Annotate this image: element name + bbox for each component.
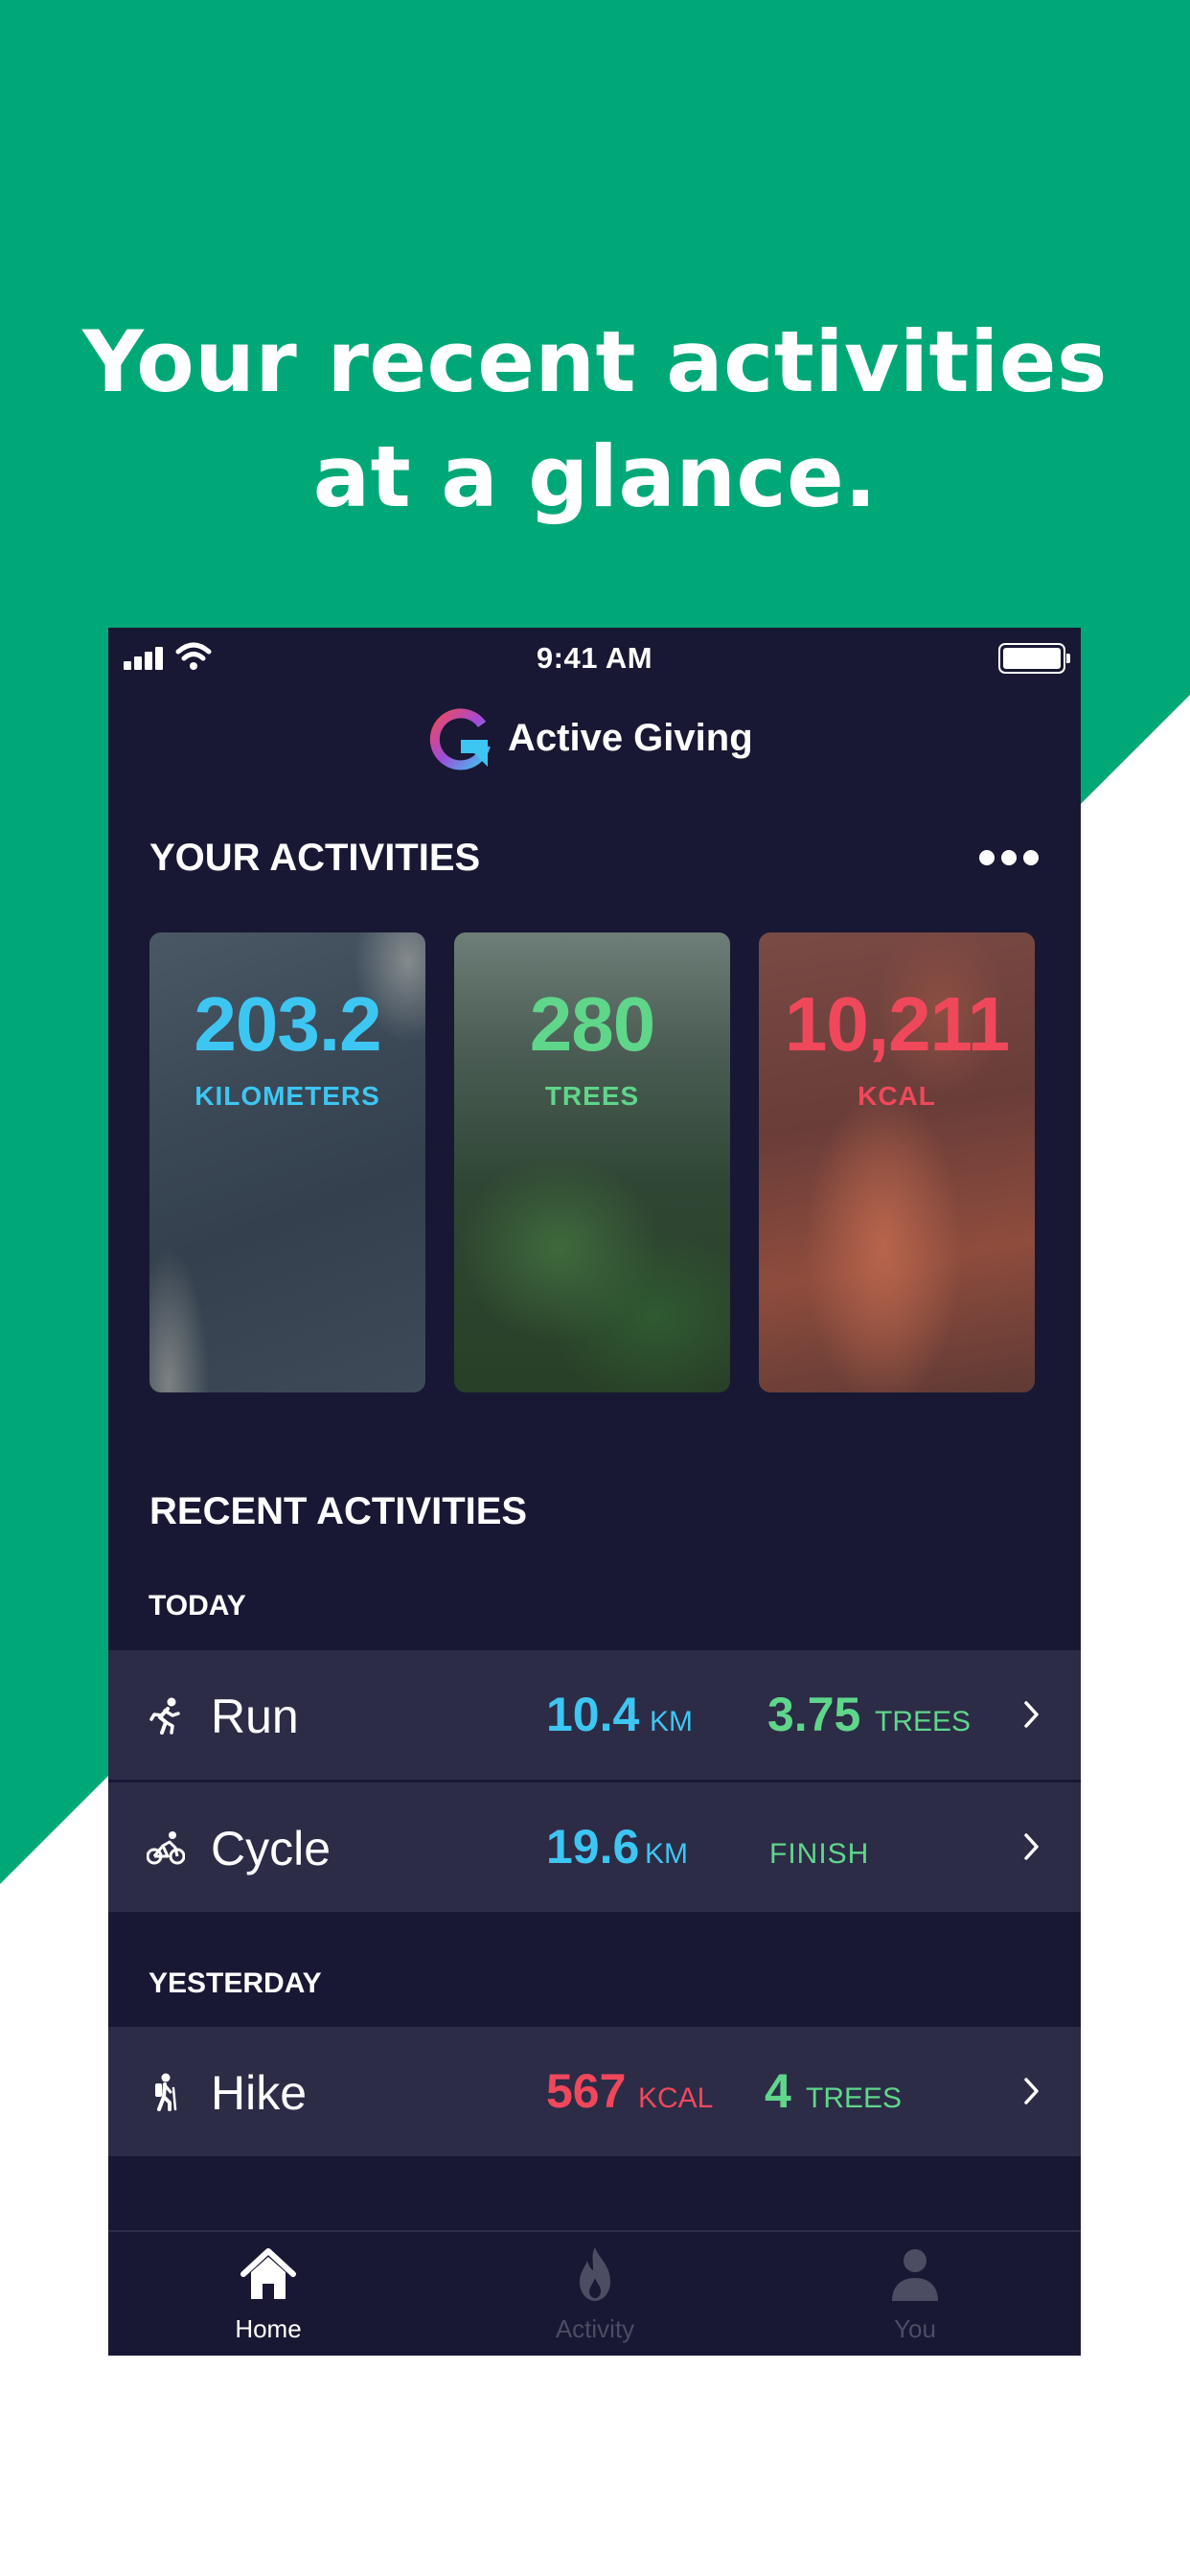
activity-name: Hike	[211, 2066, 308, 2120]
tab-you[interactable]: You	[819, 2232, 1011, 2356]
status-time: 9:41 AM	[536, 641, 653, 675]
tab-home[interactable]: Home	[172, 2232, 364, 2356]
activity-row-hike[interactable]: Hike 567 KCAL 4 TREES	[108, 2027, 1081, 2156]
kilometers-label: KILOMETERS	[195, 1081, 380, 1111]
status-bar: 9:41 AM	[108, 628, 1081, 681]
tab-bar: Home Activity You	[108, 2230, 1081, 2356]
finish-status: FINISH	[769, 1838, 870, 1870]
distance-value: 19.6	[546, 1820, 640, 1874]
day-label-today: TODAY	[149, 1590, 246, 1622]
active-giving-logo-icon	[429, 708, 491, 770]
battery-icon	[998, 643, 1070, 674]
kcal-label: KCAL	[858, 1081, 936, 1111]
cycle-icon	[147, 1831, 185, 1865]
activity-name: Cycle	[211, 1822, 332, 1875]
hike-icon	[155, 2073, 177, 2111]
kilometers-card[interactable]: 203.2 KILOMETERS	[149, 932, 425, 1392]
app-title: Active Giving	[508, 717, 753, 759]
user-icon	[892, 2249, 938, 2301]
distance-value: 10.4	[546, 1688, 640, 1741]
more-options-button[interactable]	[979, 848, 1039, 867]
chevron-right-icon	[1024, 1833, 1039, 1860]
trees-label: TREES	[544, 1081, 640, 1111]
chevron-right-icon	[1024, 2078, 1039, 2104]
tab-you-label: You	[894, 2314, 936, 2343]
kcal-burned-unit: KCAL	[638, 2082, 714, 2114]
trees-card[interactable]: 280 TREES	[454, 932, 730, 1392]
app-header: Active Giving	[108, 700, 1081, 776]
run-icon	[149, 1697, 180, 1735]
trees-earned-value: 3.75	[767, 1688, 861, 1741]
day-label-yesterday: YESTERDAY	[149, 1967, 322, 1999]
tab-activity-label: Activity	[555, 2314, 635, 2343]
flame-icon	[580, 2247, 610, 2301]
distance-unit: KM	[645, 1838, 688, 1870]
home-icon	[240, 2248, 296, 2299]
tab-activity[interactable]: Activity	[499, 2232, 691, 2356]
activity-name: Run	[211, 1690, 299, 1743]
kcal-burned-value: 567	[546, 2064, 627, 2118]
activity-row-run[interactable]: Run 10.4 KM 3.75 TREES	[108, 1650, 1081, 1780]
trees-earned-unit: TREES	[875, 1706, 972, 1737]
headline-line-2: at a glance.	[312, 427, 878, 526]
your-activities-title: YOUR ACTIVITIES	[149, 837, 481, 879]
headline-line-1: Your recent activities	[82, 312, 1108, 411]
trees-earned-value: 4	[765, 2064, 791, 2118]
kilometers-value: 203.2	[194, 981, 381, 1067]
trees-earned-unit: TREES	[806, 2082, 903, 2114]
recent-activities-title: RECENT ACTIVITIES	[149, 1490, 528, 1532]
trees-value: 280	[529, 981, 655, 1067]
kcal-card[interactable]: 10,211 KCAL	[759, 932, 1035, 1392]
phone-screen: 9:41 AM Active Giving YOUR ACTIVITIES 20…	[108, 628, 1081, 2356]
activity-row-cycle[interactable]: Cycle 19.6 KM FINISH	[108, 1782, 1081, 1912]
chevron-right-icon	[1024, 1701, 1039, 1728]
tab-home-label: Home	[235, 2314, 302, 2343]
distance-unit: KM	[650, 1706, 693, 1737]
kcal-value: 10,211	[784, 981, 1010, 1067]
headline: Your recent activities at a glance.	[0, 305, 1190, 535]
